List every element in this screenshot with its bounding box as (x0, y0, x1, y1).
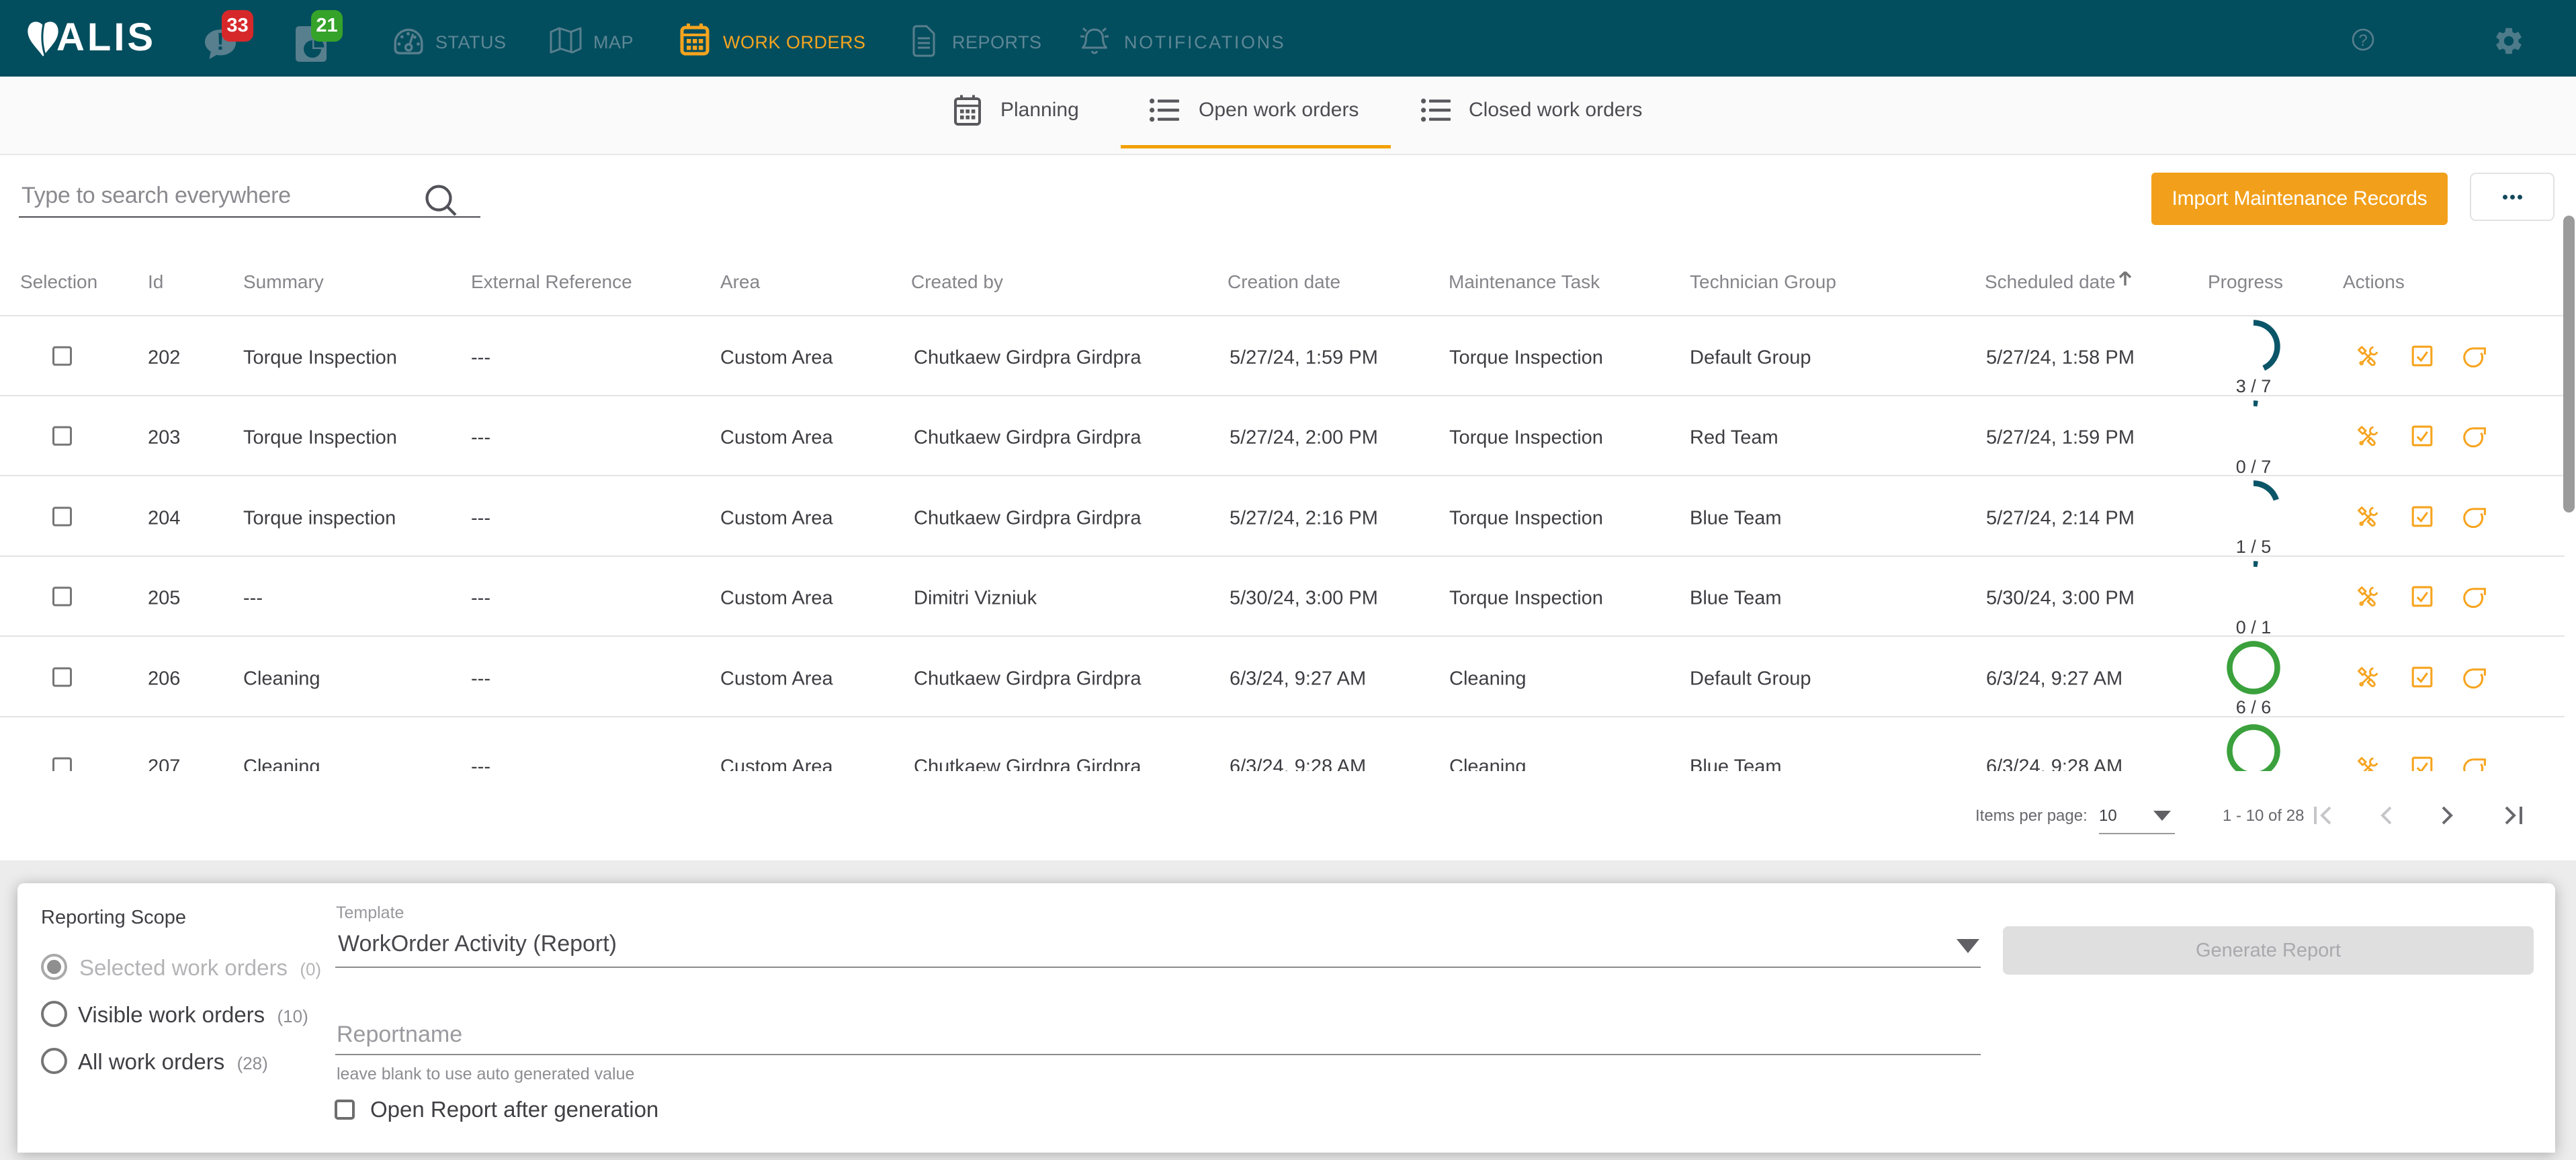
svg-text:?: ? (2358, 32, 2367, 50)
